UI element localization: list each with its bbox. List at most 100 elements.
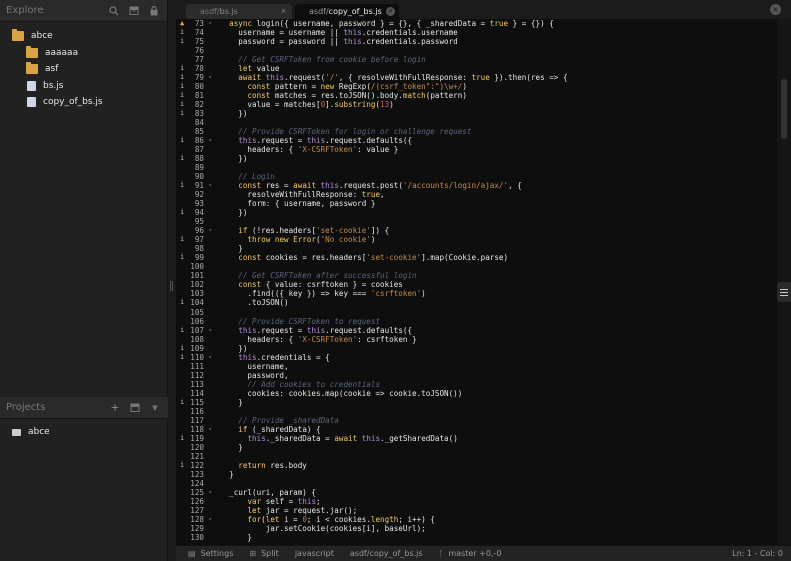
- code-line[interactable]: for(let i = 0; i < cookies.length; i++) …: [214, 515, 777, 524]
- fold-icon[interactable]: ▾: [208, 136, 212, 145]
- code-line[interactable]: const res = await this.request.post('/ac…: [214, 181, 777, 190]
- tree-item[interactable]: bs.js: [0, 78, 167, 94]
- lock-icon[interactable]: [147, 4, 161, 18]
- info-icon[interactable]: i: [180, 398, 184, 407]
- code-line[interactable]: password = password || this.credentials.…: [214, 37, 777, 46]
- info-icon[interactable]: i: [180, 136, 184, 145]
- code-line[interactable]: await this.request('/', { resolveWithFul…: [214, 73, 777, 82]
- info-icon[interactable]: i: [180, 73, 184, 82]
- code-line[interactable]: if (_sharedData) {: [214, 425, 777, 434]
- fold-icon[interactable]: ▾: [208, 488, 212, 497]
- code-line[interactable]: [214, 262, 777, 271]
- info-icon[interactable]: i: [180, 154, 184, 163]
- info-icon[interactable]: i: [180, 82, 184, 91]
- fold-icon[interactable]: ▾: [208, 181, 212, 190]
- code-line[interactable]: cookies: cookies.map(cookie => cookie.to…: [214, 389, 777, 398]
- split-button[interactable]: ⊞ Split: [249, 549, 278, 558]
- fold-icon[interactable]: ▾: [208, 326, 212, 335]
- code-line[interactable]: }): [214, 344, 777, 353]
- tree-item[interactable]: copy_of_bs.js: [0, 94, 167, 110]
- code-line[interactable]: resolveWithFullResponse: true,: [214, 190, 777, 199]
- code-line[interactable]: jar.setCookie(cookies[i], baseUrl);: [214, 524, 777, 533]
- code-line[interactable]: [214, 479, 777, 488]
- code-editor[interactable]: 73 ▲ ▾ 74 i 75 i 76 77 78 i 79 i ▾ 80 i 81 i 82 i 83 i 84 85 86 i…: [176, 19, 791, 545]
- code-line[interactable]: const matches = res.toJSON().body.match(…: [214, 91, 777, 100]
- code-line[interactable]: [214, 308, 777, 317]
- code-line[interactable]: // Login: [214, 172, 777, 181]
- code-line[interactable]: [214, 217, 777, 226]
- info-icon[interactable]: i: [180, 181, 184, 190]
- menu-icon[interactable]: [777, 282, 791, 302]
- code-line[interactable]: // Add cookies to credentials: [214, 380, 777, 389]
- code-line[interactable]: }: [214, 443, 777, 452]
- code-line[interactable]: }): [214, 208, 777, 217]
- info-icon[interactable]: i: [180, 344, 184, 353]
- scrollbar-thumb[interactable]: [781, 79, 787, 139]
- code-line[interactable]: var self = this;: [214, 497, 777, 506]
- archive-icon[interactable]: [128, 401, 142, 415]
- code-line[interactable]: // Get CSRFToken from cookie before logi…: [214, 55, 777, 64]
- code-line[interactable]: this.request = this.request.defaults({: [214, 326, 777, 335]
- code-line[interactable]: password,: [214, 371, 777, 380]
- splitter-grip-icon[interactable]: [170, 281, 173, 291]
- code-line[interactable]: }): [214, 154, 777, 163]
- code-line[interactable]: this.request = this.request.defaults({: [214, 136, 777, 145]
- info-icon[interactable]: i: [180, 91, 184, 100]
- code-line[interactable]: // Provide _sharedData: [214, 416, 777, 425]
- code-line[interactable]: [214, 407, 777, 416]
- info-icon[interactable]: i: [180, 253, 184, 262]
- code-line[interactable]: }: [214, 244, 777, 253]
- code-line[interactable]: [214, 452, 777, 461]
- code-line[interactable]: headers: { 'X-CSRFToken': value }: [214, 145, 777, 154]
- info-icon[interactable]: i: [180, 37, 184, 46]
- code-line[interactable]: .find(({ key }) => key === 'csrftoken'): [214, 289, 777, 298]
- code-line[interactable]: [214, 163, 777, 172]
- fold-icon[interactable]: ▾: [208, 353, 212, 362]
- info-icon[interactable]: i: [180, 109, 184, 118]
- fold-icon[interactable]: ▾: [208, 515, 212, 524]
- close-tab-icon[interactable]: ×: [386, 7, 395, 16]
- info-icon[interactable]: i: [180, 353, 184, 362]
- fold-icon[interactable]: ▾: [208, 73, 212, 82]
- add-project-icon[interactable]: +: [108, 401, 122, 415]
- archive-icon[interactable]: [127, 4, 141, 18]
- language-mode[interactable]: javascript: [295, 549, 334, 558]
- code-line[interactable]: const cookies = res.headers['set-cookie'…: [214, 253, 777, 262]
- code-area[interactable]: async login({ username, password } = {},…: [214, 19, 777, 545]
- close-tab-icon[interactable]: ×: [279, 7, 288, 16]
- settings-button[interactable]: ▤ Settings: [188, 549, 233, 558]
- info-icon[interactable]: i: [180, 235, 184, 244]
- code-line[interactable]: form: { username, password }: [214, 199, 777, 208]
- code-line[interactable]: [214, 46, 777, 55]
- info-icon[interactable]: i: [180, 100, 184, 109]
- tab-bs-js[interactable]: asdf/bs.js ×: [186, 4, 292, 19]
- code-line[interactable]: // Provide CSRFToken for login or challe…: [214, 127, 777, 136]
- tab-copy-of-bs-js[interactable]: asdf/copy_of_bs.js ×: [295, 4, 399, 19]
- fold-icon[interactable]: ▾: [208, 19, 212, 28]
- code-line[interactable]: async login({ username, password } = {},…: [214, 19, 777, 28]
- code-line[interactable]: this._sharedData = await this._getShared…: [214, 434, 777, 443]
- code-line[interactable]: const pattern = new RegExp(/(csrf_token"…: [214, 82, 777, 91]
- info-icon[interactable]: i: [180, 208, 184, 217]
- code-line[interactable]: this.credentials = {: [214, 353, 777, 362]
- code-line[interactable]: }: [214, 470, 777, 479]
- code-line[interactable]: }: [214, 398, 777, 407]
- fold-icon[interactable]: ▾: [208, 226, 212, 235]
- code-line[interactable]: let value: [214, 64, 777, 73]
- code-line[interactable]: // Get CSRFToken after successful login: [214, 271, 777, 280]
- project-item[interactable]: abce: [0, 424, 168, 440]
- tree-item[interactable]: asf: [0, 61, 167, 77]
- info-icon[interactable]: i: [180, 434, 184, 443]
- code-line[interactable]: username = username || this.credentials.…: [214, 28, 777, 37]
- info-icon[interactable]: i: [180, 461, 184, 470]
- search-icon[interactable]: [107, 4, 121, 18]
- tree-item[interactable]: abce: [0, 28, 167, 44]
- code-line[interactable]: headers: { 'X-CSRFToken': csrftoken }: [214, 335, 777, 344]
- sidebar-splitter[interactable]: [168, 0, 176, 561]
- code-line[interactable]: throw new Error('No cookie'): [214, 235, 777, 244]
- git-branch[interactable]: ᚴ master +0,-0: [439, 549, 502, 558]
- code-line[interactable]: return res.body: [214, 461, 777, 470]
- info-icon[interactable]: i: [180, 28, 184, 37]
- code-line[interactable]: _curl(uri, param) {: [214, 488, 777, 497]
- code-line[interactable]: const { value: csrftoken } = cookies: [214, 280, 777, 289]
